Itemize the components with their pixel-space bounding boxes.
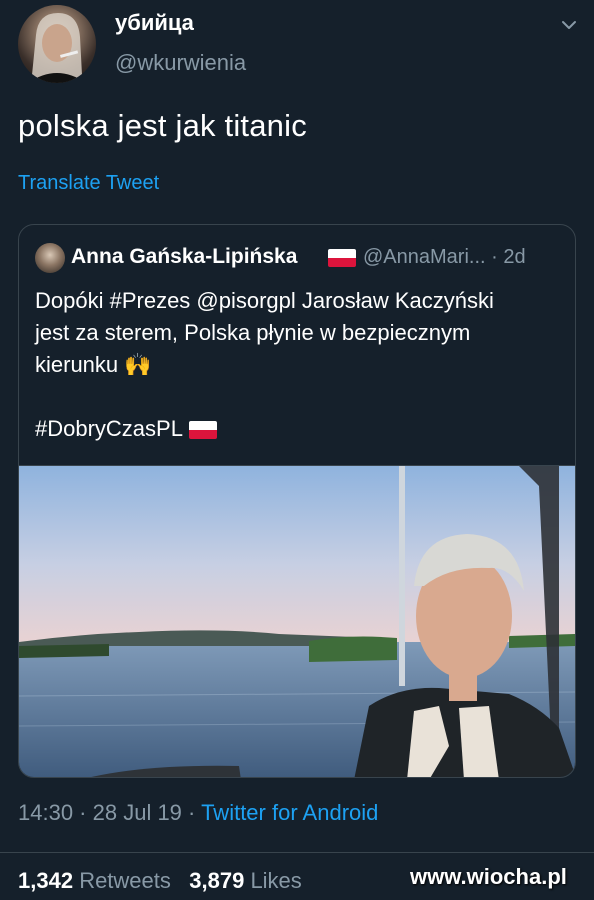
divider: [0, 852, 594, 853]
chevron-down-icon[interactable]: [558, 14, 580, 36]
quoted-line: jest za sterem, Polska płynie w bezpiecz…: [35, 320, 471, 345]
poland-flag-icon: [328, 249, 356, 267]
quoted-time: · 2d: [491, 246, 526, 268]
translate-tweet-link[interactable]: Translate Tweet: [18, 172, 159, 195]
quoted-line: Dopóki #Prezes @pisorgpl Jarosław Kaczyń…: [35, 288, 494, 313]
hashtag-line: #DobryCzasPL: [35, 413, 565, 445]
quoted-author-handle: @AnnaMari... · 2d: [363, 246, 526, 269]
likes-label[interactable]: Likes: [250, 868, 301, 893]
quoted-tweet-card[interactable]: Anna Gańska-Lipińska @AnnaMari... · 2d D…: [18, 224, 576, 778]
author-handle[interactable]: @wkurwienia: [115, 50, 246, 76]
quoted-tweet-photo[interactable]: [19, 465, 575, 777]
quoted-tweet-text: Dopóki #Prezes @pisorgpl Jarosław Kaczyń…: [35, 285, 565, 445]
tweet-meta: 14:30 · 28 Jul 19 · Twitter for Android: [18, 800, 378, 826]
meta-separator: ·: [73, 800, 93, 825]
author-display-name[interactable]: убийца: [115, 10, 194, 36]
quoted-handle-text: @AnnaMari...: [363, 246, 486, 268]
likes-count[interactable]: 3,879: [189, 868, 244, 893]
retweets-count[interactable]: 1,342: [18, 868, 73, 893]
tweet-date: 28 Jul 19: [92, 800, 182, 825]
quoted-author-avatar: [35, 243, 65, 273]
poland-flag-icon: [188, 421, 217, 440]
tweet-source-link[interactable]: Twitter for Android: [201, 800, 378, 825]
hashtag-text[interactable]: #DobryCzasPL: [35, 416, 183, 441]
tweet-text: polska jest jak titanic: [18, 108, 307, 143]
retweets-label[interactable]: Retweets: [79, 868, 171, 893]
tweet-time: 14:30: [18, 800, 74, 825]
quoted-line: kierunku 🙌: [35, 352, 152, 377]
quoted-author-name: Anna Gańska-Lipińska: [71, 245, 298, 268]
meta-separator: ·: [181, 800, 202, 825]
tweet-stats: 1,342 Retweets 3,879 Likes: [18, 868, 302, 894]
watermark: www.wiocha.pl: [410, 864, 567, 889]
author-avatar[interactable]: [18, 5, 96, 83]
